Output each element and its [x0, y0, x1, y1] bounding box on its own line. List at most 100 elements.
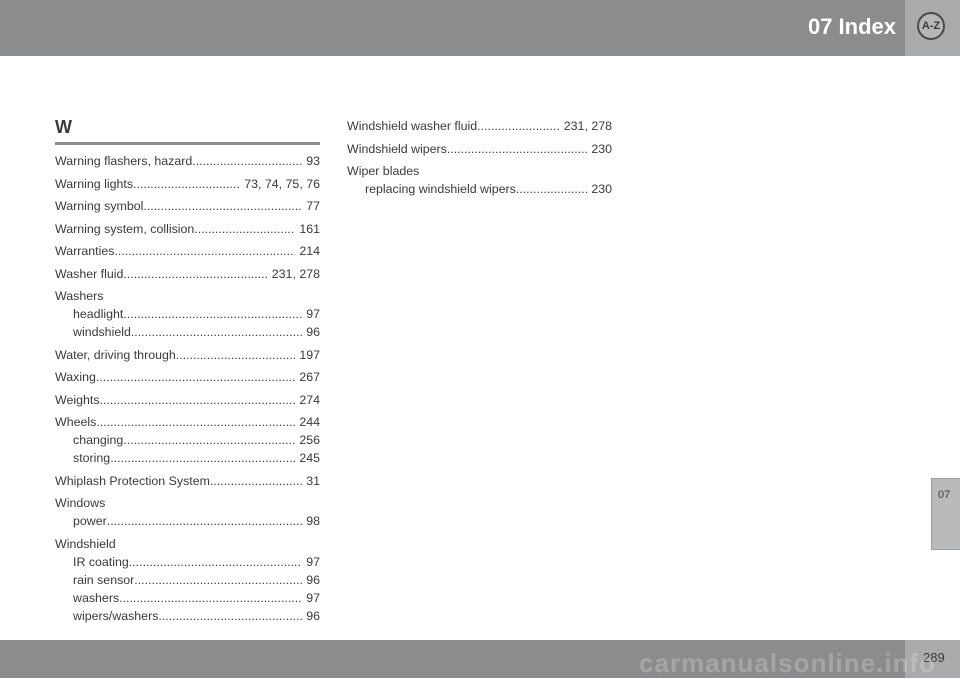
entry-page-numbers: 96: [306, 608, 320, 623]
index-entry-group: Weights 274: [55, 391, 320, 409]
dot-leader: [143, 197, 302, 215]
index-entry-group: Windshield washer fluid 231, 278: [347, 117, 612, 135]
index-subentry: headlight 97: [55, 305, 320, 323]
dot-leader: [447, 140, 587, 158]
index-entry-group: Warning system, collision 161: [55, 220, 320, 238]
entry-page-numbers: 274: [299, 392, 320, 407]
index-entry-group: Warning flashers, hazard 93: [55, 152, 320, 170]
entry-page-numbers: 97: [306, 307, 320, 321]
index-subentry: rain sensor 96: [55, 571, 320, 589]
entry-label: Warranties: [55, 244, 115, 258]
dot-leader: [119, 589, 302, 607]
entry-label: Windshield wipers: [347, 141, 447, 156]
index-entry: Washer fluid 231, 278: [55, 265, 320, 283]
entry-label: Warning system, collision: [55, 221, 195, 236]
index-entry-group: Warranties 214: [55, 242, 320, 260]
entry-label: Water, driving through: [55, 347, 176, 362]
entry-page-numbers: 97: [306, 590, 320, 605]
entry-label: storing: [73, 451, 111, 465]
entry-page-numbers: 98: [306, 514, 320, 528]
index-subentry: power 98: [55, 512, 320, 530]
watermark: carmanualsonline.info: [639, 648, 936, 678]
index-entry: Waxing 267: [55, 368, 320, 386]
entry-page-numbers: 31: [306, 473, 320, 488]
entry-label: rain sensor: [73, 572, 135, 587]
index-subentry: replacing windshield wipers 230: [347, 180, 612, 198]
entry-page-numbers: 93: [306, 154, 320, 168]
index-entry-group: Whiplash Protection System 31: [55, 472, 320, 490]
dot-leader: [114, 242, 295, 260]
entry-label: Wheels: [55, 415, 97, 429]
entry-page-numbers: 96: [306, 572, 320, 587]
index-badge-box: A-Z: [905, 0, 960, 56]
dot-leader: [123, 305, 302, 323]
index-entry: Wheels 244: [55, 413, 320, 431]
dot-leader: [192, 152, 302, 170]
entry-page-numbers: 256: [299, 433, 320, 447]
entry-page-numbers: 244: [299, 415, 320, 429]
entry-page-numbers: 214: [299, 244, 320, 258]
entry-label: IR coating: [73, 554, 129, 569]
index-subentry: changing 256: [55, 431, 320, 449]
index-entry-group: WindshieldIR coating97rain sensor96washe…: [55, 535, 320, 625]
section-divider: [55, 142, 320, 145]
chapter-side-tab: 07: [931, 478, 960, 550]
index-entry-group: Warning lights 73, 74, 75, 76: [55, 175, 320, 193]
entry-label: headlight: [73, 307, 124, 321]
entry-page-numbers: 230: [591, 182, 612, 196]
index-entry-group: Windshield wipers 230: [347, 140, 612, 158]
entry-label: Warning symbol: [55, 199, 144, 213]
dot-leader: [123, 265, 267, 283]
index-entry: Windshield wipers 230: [347, 140, 612, 158]
dot-leader: [176, 346, 296, 364]
entry-label: Weights: [55, 392, 100, 407]
entry-label: Windows: [55, 496, 106, 510]
entry-label: changing: [73, 433, 124, 447]
index-entry: Wiper blades: [347, 162, 612, 180]
entry-page-numbers: 230: [591, 141, 612, 156]
entry-label: Warning flashers, hazard: [55, 154, 193, 168]
entry-page-numbers: 245: [299, 451, 320, 465]
chapter-tab-label: 07: [938, 489, 951, 501]
entry-page-numbers: 161: [299, 221, 320, 236]
entry-page-numbers: 197: [299, 347, 320, 362]
entry-page-numbers: 77: [306, 199, 320, 213]
index-entry-group: Waxing 267: [55, 368, 320, 386]
index-entry-group: Windows power 98: [55, 494, 320, 530]
page-header: 07 Index A-Z: [0, 0, 960, 56]
dot-leader: [158, 607, 302, 625]
index-column-right: Windshield washer fluid231, 278 Windshiel…: [347, 117, 612, 203]
dot-leader: [129, 553, 302, 571]
index-entry: Warning lights 73, 74, 75, 76: [55, 175, 320, 193]
index-subentry: storing 245: [55, 449, 320, 467]
dot-leader: [96, 368, 295, 386]
index-subentry: windshield 96: [55, 323, 320, 341]
a-z-icon: A-Z: [917, 12, 945, 40]
index-entry-group: Warning symbol 77: [55, 197, 320, 215]
dot-leader: [210, 472, 302, 490]
index-entry: Whiplash Protection System 31: [55, 472, 320, 490]
index-entry: Windshield washer fluid 231, 278: [347, 117, 612, 135]
index-entry-group: Water, driving through 197: [55, 346, 320, 364]
entry-page-numbers: 73, 74, 75, 76: [244, 176, 320, 191]
entry-label: Windshield: [55, 536, 116, 551]
dot-leader: [194, 220, 295, 238]
dot-leader: [477, 117, 560, 135]
dot-leader: [123, 431, 295, 449]
index-entry: Water, driving through 197: [55, 346, 320, 364]
index-entry-group: Washers headlight 97 windshield 96: [55, 287, 320, 341]
dot-leader: [96, 413, 295, 431]
index-entry: Warning symbol 77: [55, 197, 320, 215]
dot-leader: [107, 512, 302, 530]
index-entry: Warning flashers, hazard 93: [55, 152, 320, 170]
index-entry: Washers: [55, 287, 320, 305]
index-entry: Warranties 214: [55, 242, 320, 260]
entry-page-numbers: 267: [299, 370, 320, 384]
entry-label: Warning lights: [55, 176, 134, 191]
index-entry: Warning system, collision 161: [55, 220, 320, 238]
entry-label: power: [73, 514, 107, 528]
entry-label: Wiper blades: [347, 164, 420, 178]
index-column-left: Warning flashers, hazard 93 Warning lights…: [55, 152, 320, 629]
entry-page-numbers: 231, 278: [563, 119, 612, 133]
index-entry-group: Wheels 244 changing 256 storing 245: [55, 413, 320, 467]
